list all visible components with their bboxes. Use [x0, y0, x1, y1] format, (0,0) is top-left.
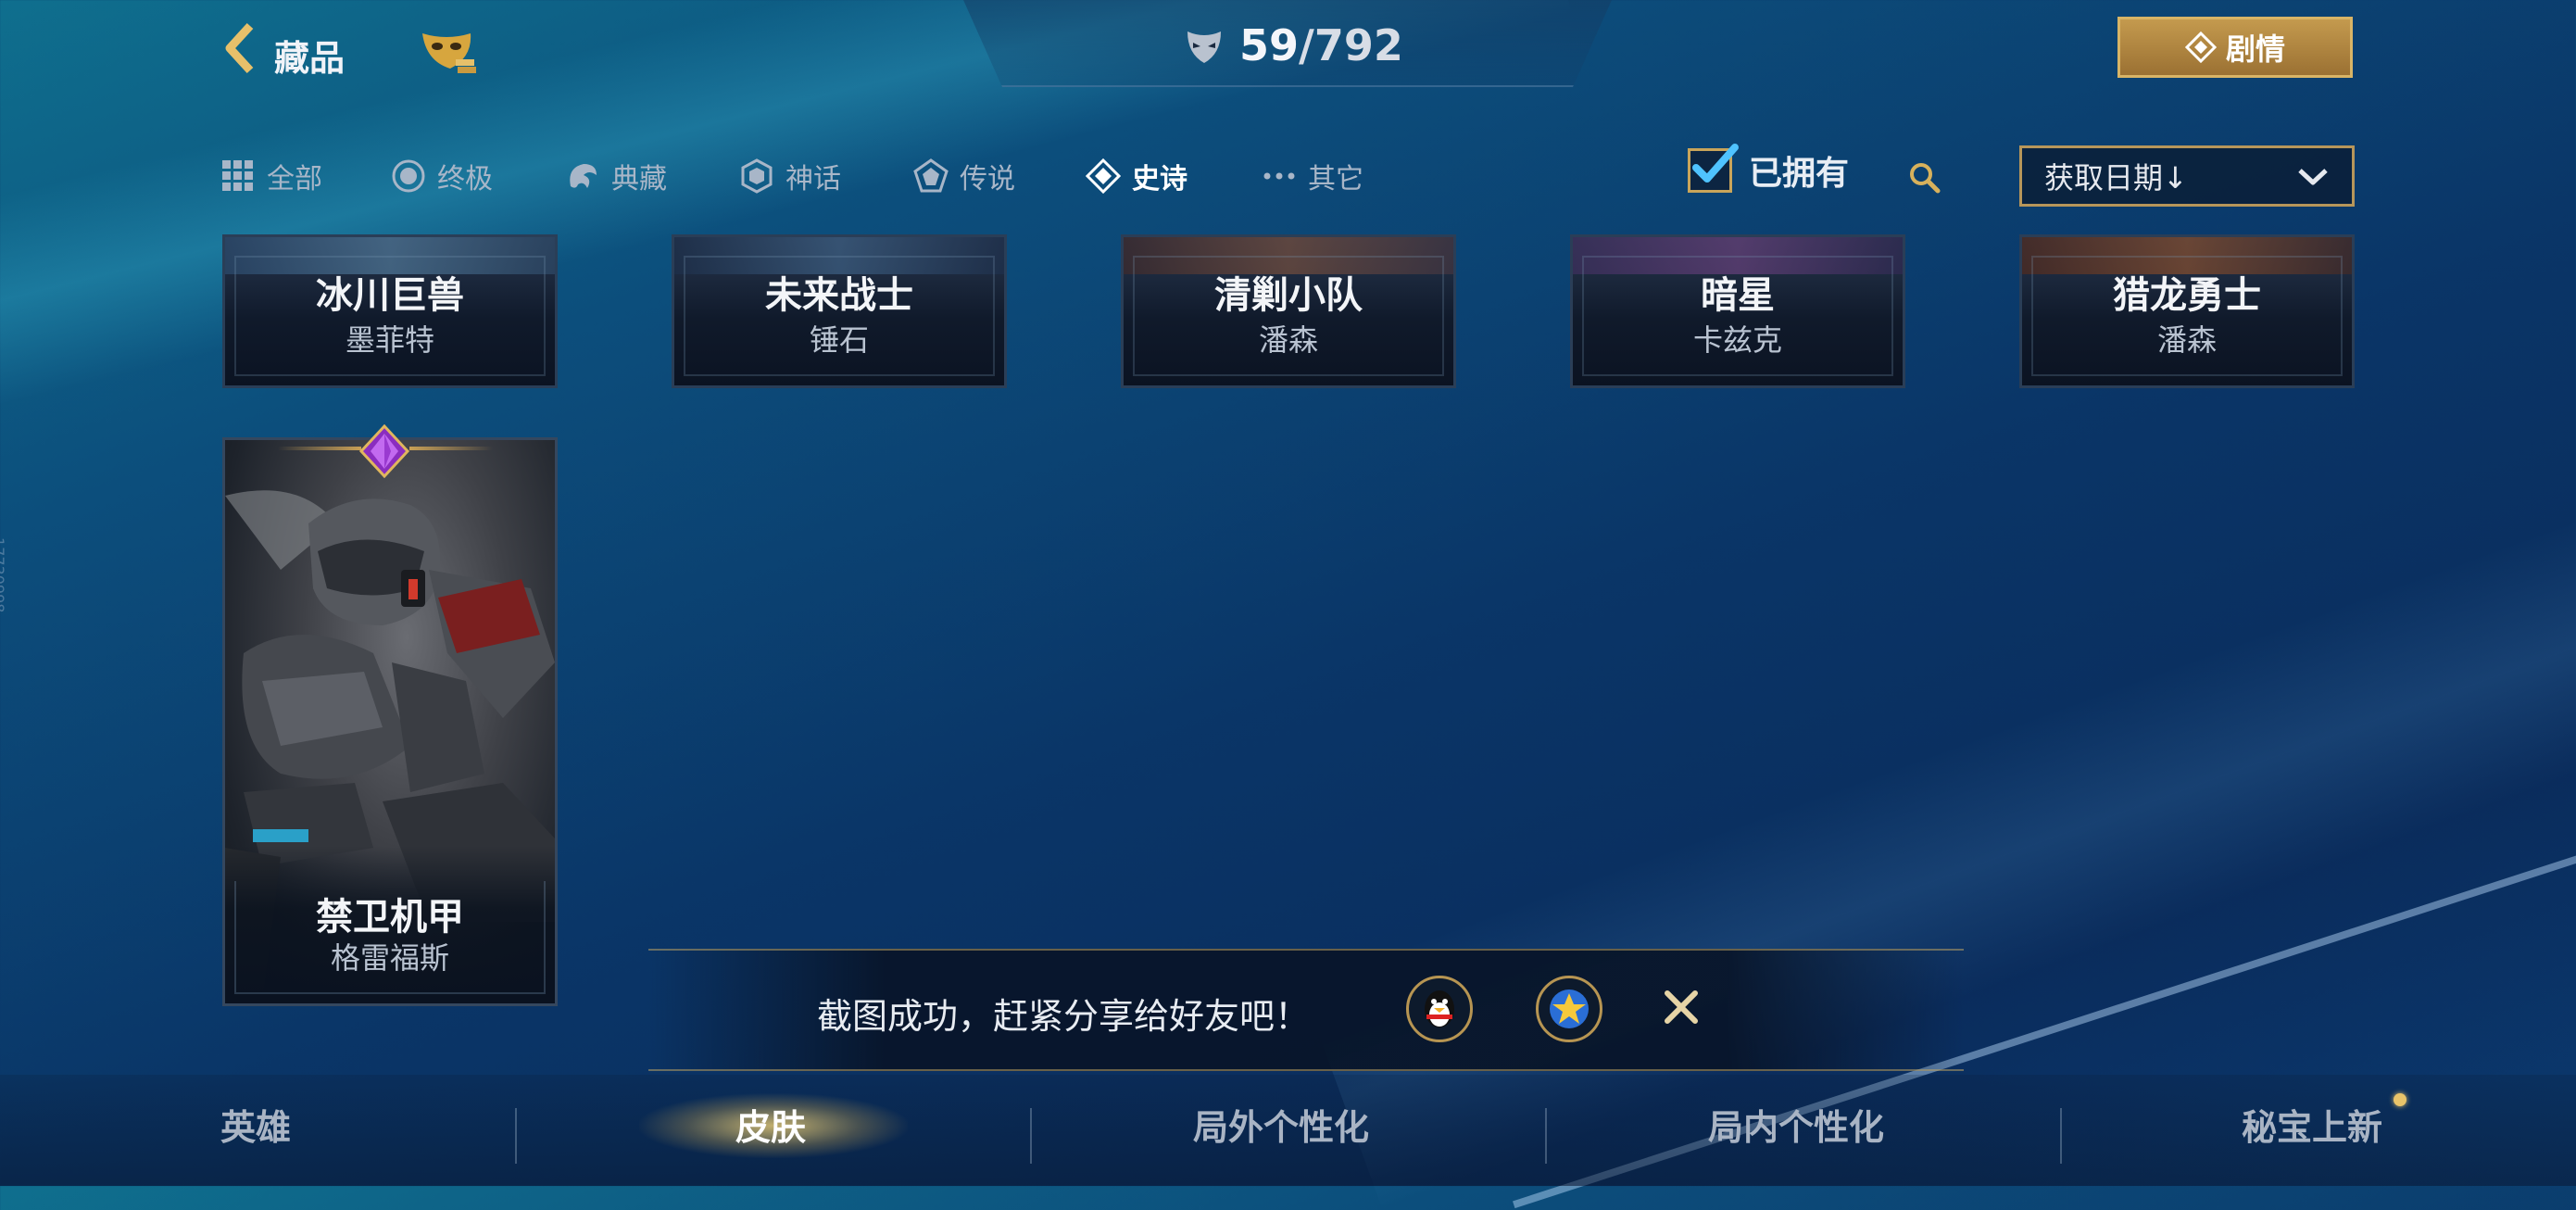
filter-label: 全部 — [267, 163, 322, 195]
skin-card[interactable]: 未来战士 锤石 — [672, 234, 1007, 388]
dragon-icon — [570, 164, 597, 188]
sort-dropdown-value: 获取日期↓ — [2044, 160, 2188, 195]
collection-count-total: /792 — [1299, 20, 1403, 70]
filter-tab-ultimate[interactable]: 终极 — [391, 156, 493, 196]
skin-card[interactable]: 禁卫机甲 格雷福斯 — [222, 437, 558, 1006]
skin-name: 暗星 — [1701, 274, 1775, 317]
sort-dropdown[interactable]: 获取日期↓ — [2019, 145, 2355, 207]
collection-count-owned: 59 — [1239, 20, 1300, 70]
filter-tab-prestige[interactable]: 典藏 — [565, 156, 667, 196]
filter-label: 传说 — [960, 163, 1015, 195]
penguin-icon — [1425, 990, 1454, 1027]
share-favorite-button[interactable] — [1536, 976, 1602, 1042]
skin-name: 未来战士 — [765, 274, 913, 317]
hexagon-icon — [741, 158, 773, 194]
hero-name: 卡兹克 — [1692, 322, 1782, 358]
collection-count: 59/792 — [1239, 20, 1403, 70]
checkbox[interactable] — [1688, 144, 1739, 193]
filter-tab-all[interactable]: 全部 — [220, 156, 322, 196]
filter-tab-legendary[interactable]: 传说 — [913, 156, 1015, 196]
tab-skins[interactable]: 皮肤 — [735, 1099, 806, 1150]
skin-name: 清剿小队 — [1214, 274, 1363, 317]
filter-label: 其它 — [1308, 163, 1363, 195]
dots-icon — [1263, 172, 1295, 180]
filter-tab-epic[interactable]: 史诗 — [1086, 156, 1187, 196]
grid-icon — [222, 160, 253, 191]
tab-divider — [1030, 1108, 1032, 1164]
owned-filter-checkbox[interactable]: 已拥有 — [1688, 144, 1850, 195]
tab-out-of-game-customization[interactable]: 局外个性化 — [1193, 1099, 1369, 1150]
tab-divider — [2060, 1108, 2062, 1164]
hero-name: 锤石 — [809, 322, 869, 358]
filter-label: 典藏 — [611, 163, 667, 195]
story-button[interactable]: 剧情 — [2117, 17, 2353, 78]
mask-collection-icon[interactable] — [419, 28, 478, 80]
hero-name: 墨菲特 — [345, 322, 434, 358]
mask-icon — [1187, 32, 1221, 63]
skin-card[interactable]: 清剿小队 潘森 — [1121, 234, 1456, 388]
chevron-down-icon — [2298, 169, 2328, 185]
rarity-wing — [278, 447, 361, 450]
hero-name: 潘森 — [1258, 322, 1318, 358]
diamond-icon — [1086, 158, 1121, 194]
story-button-label: 剧情 — [2225, 32, 2285, 67]
skin-name: 冰川巨兽 — [316, 274, 464, 317]
filter-tab-other[interactable]: 其它 — [1262, 156, 1363, 196]
skin-name: 猎龙勇士 — [2113, 274, 2261, 317]
filter-label: 神话 — [785, 163, 841, 195]
new-badge-dot — [2394, 1093, 2406, 1106]
toast-message: 截图成功，赶紧分享给好友吧！ — [817, 996, 1311, 1037]
star-icon — [1550, 989, 1589, 1028]
search-icon[interactable] — [1906, 159, 1941, 195]
side-id-text: 17730998 — [0, 537, 7, 613]
skin-card[interactable]: 冰川巨兽 墨菲特 — [222, 234, 558, 388]
screenshot-toast: 截图成功，赶紧分享给好友吧！ — [648, 949, 1964, 1071]
epic-gem-icon — [358, 424, 410, 478]
filter-label: 史诗 — [1132, 163, 1187, 195]
share-qq-button[interactable] — [1406, 976, 1473, 1042]
filter-tab-mythic[interactable]: 神话 — [739, 156, 841, 196]
skin-card[interactable]: 猎龙勇士 潘森 — [2019, 234, 2355, 388]
tab-divider — [1545, 1108, 1547, 1164]
hero-name: 潘森 — [2156, 322, 2217, 358]
page-title[interactable]: 藏品 — [274, 30, 345, 81]
skin-card[interactable]: 暗星 卡兹克 — [1570, 234, 1905, 388]
filter-label: 终极 — [437, 163, 493, 195]
tab-new-treasures[interactable]: 秘宝上新 — [2242, 1099, 2382, 1150]
rarity-wing — [409, 447, 493, 450]
skin-name: 禁卫机甲 — [316, 896, 464, 939]
tab-divider — [515, 1108, 517, 1164]
pentagon-icon — [913, 158, 949, 193]
story-diamond-icon — [2184, 32, 2217, 63]
tab-in-game-customization[interactable]: 局内个性化 — [1708, 1099, 1884, 1150]
close-icon[interactable] — [1658, 984, 1704, 1030]
ultimate-icon — [392, 159, 425, 193]
check-icon — [1692, 144, 1739, 183]
tab-heroes[interactable]: 英雄 — [220, 1099, 291, 1150]
back-arrow-icon[interactable] — [220, 20, 258, 76]
hero-name: 格雷福斯 — [330, 940, 449, 976]
owned-filter-label: 已拥有 — [1749, 155, 1850, 193]
